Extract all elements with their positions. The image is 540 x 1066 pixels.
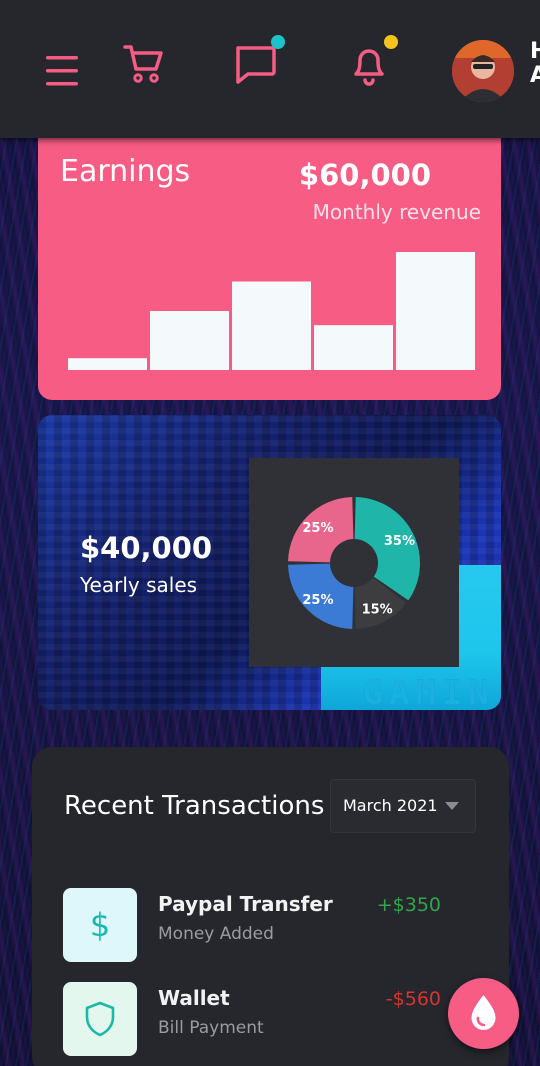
bar-3 (232, 281, 311, 370)
svg-text:$: $ (90, 906, 110, 944)
shield-icon (85, 1001, 115, 1037)
transaction-amount: -$560 (385, 988, 441, 1010)
transaction-icon (63, 982, 137, 1056)
notification-indicator-dot (384, 35, 398, 49)
floating-action-button[interactable] (448, 978, 519, 1049)
shopping-cart-icon[interactable] (122, 42, 166, 86)
hamburger-menu-icon[interactable] (44, 54, 80, 88)
sales-donut-chart-panel: 35% 15% 25% 25% (249, 458, 459, 667)
donut-slice-label-0: 35% (384, 534, 415, 549)
bar-4 (314, 325, 393, 370)
transaction-name: Wallet (158, 986, 230, 1010)
month-select[interactable]: March 2021 (330, 779, 476, 833)
bar-2 (150, 311, 229, 370)
sales-donut-chart: 35% 15% 25% 25% (288, 497, 421, 629)
donut-slice-label-3: 25% (302, 521, 333, 536)
recent-transactions-card: Recent Transactions March 2021 $ Paypal … (32, 747, 509, 1066)
caret-down-icon (445, 802, 459, 810)
user-name-initials: H A (530, 39, 540, 89)
message-indicator-dot (271, 35, 285, 49)
earnings-subtitle: Monthly revenue (312, 200, 481, 224)
donut-slice-label-2: 25% (302, 593, 333, 608)
chat-bubble-icon[interactable] (234, 44, 278, 86)
bar-1 (68, 358, 147, 370)
transaction-row[interactable]: Wallet Bill Payment -$560 (63, 982, 483, 1056)
earnings-title: Earnings (60, 154, 191, 189)
avatar-photo (452, 40, 514, 102)
transaction-row[interactable]: $ Paypal Transfer Money Added +$350 (63, 888, 483, 962)
month-select-value: March 2021 (343, 796, 438, 815)
monthly-revenue-bar-chart (68, 252, 475, 370)
bell-icon[interactable] (350, 44, 388, 86)
earnings-amount: $60,000 (298, 158, 431, 192)
transaction-icon: $ (63, 888, 137, 962)
earnings-card: Earnings $60,000 Monthly revenue (38, 120, 501, 400)
recent-transactions-title: Recent Transactions (64, 791, 325, 821)
transaction-name: Paypal Transfer (158, 892, 333, 916)
yearly-sales-amount: $40,000 (80, 531, 213, 565)
donut-slice-label-1: 15% (362, 602, 393, 617)
avatar[interactable] (452, 40, 514, 102)
top-app-bar: H A (0, 0, 540, 138)
yearly-sales-card: GAMIN $40,000 Yearly sales 35% 15% 25% 25% (38, 415, 501, 710)
transaction-amount: +$350 (376, 894, 441, 916)
transaction-description: Bill Payment (158, 1018, 264, 1038)
background-artwork-text: GAMIN (362, 673, 495, 710)
droplet-icon (471, 995, 496, 1030)
dollar-icon: $ (90, 906, 110, 944)
bar-5 (396, 252, 475, 370)
yearly-sales-subtitle: Yearly sales (80, 573, 198, 597)
transaction-description: Money Added (158, 924, 274, 944)
